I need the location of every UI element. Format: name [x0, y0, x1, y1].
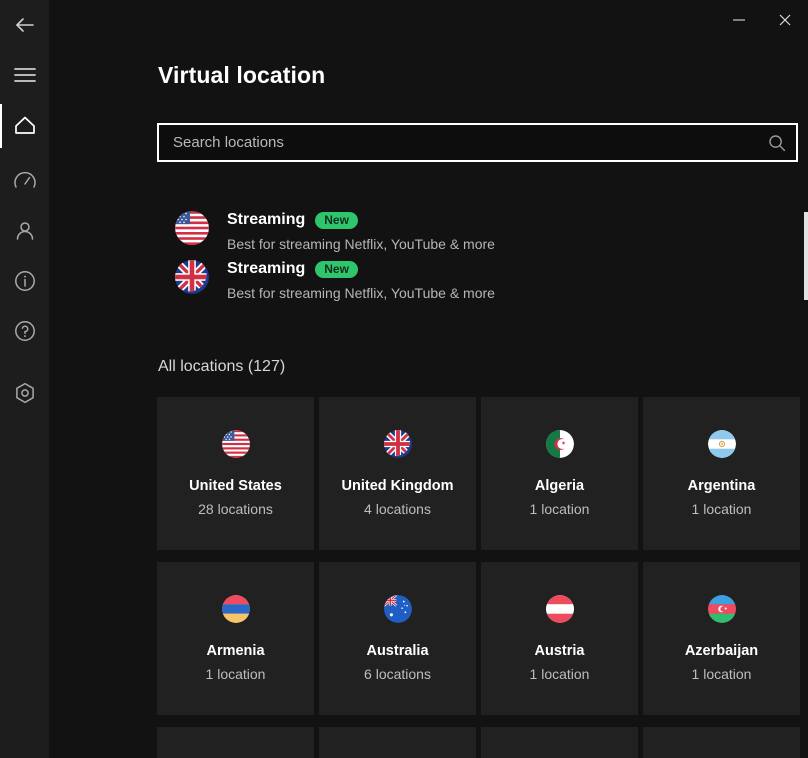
- location-count: 1 location: [529, 666, 590, 682]
- location-count: 28 locations: [198, 501, 273, 517]
- location-card-algeria[interactable]: Algeria 1 location: [481, 397, 638, 550]
- location-name: Australia: [366, 643, 429, 659]
- location-name: United Kingdom: [341, 478, 454, 494]
- dz-flag-icon: [545, 430, 574, 458]
- minimize-icon: [731, 12, 747, 28]
- minimize-button[interactable]: [716, 0, 762, 40]
- window-controls: [716, 0, 808, 46]
- streaming-subtitle: Best for streaming Netflix, YouTube & mo…: [227, 285, 495, 301]
- sidebar-item-menu[interactable]: [0, 50, 49, 100]
- location-card-partial-3[interactable]: [481, 727, 638, 758]
- sidebar: [0, 0, 49, 758]
- location-name: United States: [189, 478, 282, 494]
- location-count: 1 location: [529, 501, 590, 517]
- all-locations-heading: All locations (127): [158, 358, 286, 375]
- location-card-partial-2[interactable]: [319, 727, 476, 758]
- location-card-partial-1[interactable]: [157, 727, 314, 758]
- sidebar-item-speed[interactable]: [0, 156, 49, 206]
- location-card-united-states[interactable]: United States 28 locations: [157, 397, 314, 550]
- us-flag-icon: [175, 211, 209, 245]
- streaming-text: Streaming New Best for streaming Netflix…: [227, 208, 495, 252]
- info-circle-icon: [12, 268, 38, 294]
- virtual-location-window: Virtual location Search locations Stream…: [0, 0, 808, 758]
- location-name: Azerbaijan: [684, 643, 759, 659]
- speedometer-icon: [12, 168, 38, 194]
- location-card-armenia[interactable]: Armenia 1 location: [157, 562, 314, 715]
- locations-grid: United States 28 locations United Kingdo…: [157, 397, 808, 758]
- streaming-name: Streaming: [227, 260, 306, 277]
- search-input[interactable]: [159, 125, 758, 160]
- at-flag-icon: [545, 595, 574, 623]
- location-count: 1 location: [691, 501, 752, 517]
- location-card-azerbaijan[interactable]: Azerbaijan 1 location: [643, 562, 800, 715]
- ar-flag-icon: [707, 430, 736, 458]
- location-card-australia[interactable]: Australia 6 locations: [319, 562, 476, 715]
- location-count: 4 locations: [364, 501, 431, 517]
- new-badge: New: [315, 260, 358, 278]
- hexagon-target-icon: [12, 380, 38, 406]
- location-card-partial-4[interactable]: [643, 727, 800, 758]
- am-flag-icon: [221, 595, 250, 623]
- location-count: 6 locations: [364, 666, 431, 682]
- sidebar-item-info[interactable]: [0, 256, 49, 306]
- location-name: Austria: [534, 643, 585, 659]
- sidebar-item-settings[interactable]: [0, 368, 49, 418]
- location-name: Argentina: [687, 478, 756, 494]
- location-count: 1 location: [691, 666, 752, 682]
- sidebar-item-account[interactable]: [0, 206, 49, 256]
- uk-flag-icon: [383, 430, 412, 458]
- location-name: Armenia: [206, 643, 265, 659]
- sidebar-item-back[interactable]: [0, 0, 49, 50]
- streaming-subtitle: Best for streaming Netflix, YouTube & mo…: [227, 236, 495, 252]
- back-arrow-icon: [12, 12, 38, 38]
- uk-flag-icon: [175, 260, 209, 294]
- location-name: Algeria: [534, 478, 585, 494]
- close-button[interactable]: [762, 0, 808, 40]
- scrollbar-track[interactable]: [804, 0, 808, 758]
- streaming-name: Streaming: [227, 211, 306, 228]
- location-count: 1 location: [205, 666, 266, 682]
- streaming-row-uk[interactable]: Streaming New Best for streaming Netflix…: [175, 257, 495, 306]
- page-title: Virtual location: [158, 62, 326, 88]
- us-flag-icon: [221, 430, 250, 458]
- sidebar-item-help[interactable]: [0, 306, 49, 356]
- search-icon[interactable]: [758, 125, 796, 160]
- az-flag-icon: [707, 595, 736, 623]
- location-card-united-kingdom[interactable]: United Kingdom 4 locations: [319, 397, 476, 550]
- search-box[interactable]: [157, 123, 798, 162]
- new-badge: New: [315, 211, 358, 229]
- streaming-text: Streaming New Best for streaming Netflix…: [227, 257, 495, 301]
- person-icon: [12, 218, 38, 244]
- scrollbar-thumb[interactable]: [804, 212, 808, 300]
- question-circle-icon: [12, 318, 38, 344]
- location-card-austria[interactable]: Austria 1 location: [481, 562, 638, 715]
- location-card-argentina[interactable]: Argentina 1 location: [643, 397, 800, 550]
- home-icon: [12, 112, 38, 138]
- au-flag-icon: [383, 595, 412, 623]
- streaming-row-us[interactable]: Streaming New Best for streaming Netflix…: [175, 208, 495, 257]
- main-content: Virtual location Search locations Stream…: [49, 0, 808, 758]
- sidebar-item-home[interactable]: [0, 100, 49, 150]
- close-icon: [777, 12, 793, 28]
- streaming-list: Streaming New Best for streaming Netflix…: [175, 208, 495, 306]
- hamburger-menu-icon: [12, 65, 38, 85]
